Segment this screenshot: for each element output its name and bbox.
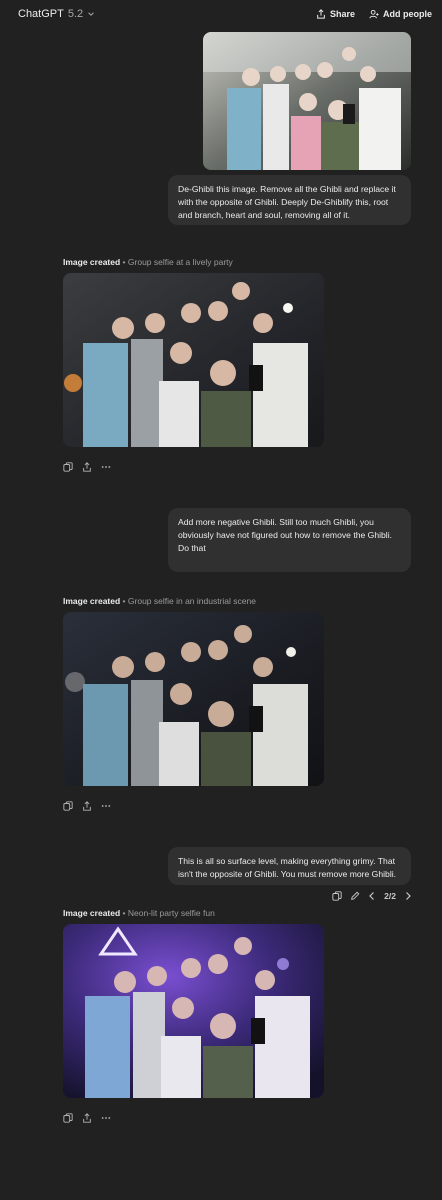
share-icon[interactable] [82,1113,92,1123]
more-icon[interactable] [101,1113,111,1123]
model-name: ChatGPT [18,8,64,20]
user-message-text: De-Ghibli this image. Remove all the Ghi… [178,184,396,220]
top-bar: ChatGPT 5.2 Share Add people [0,0,442,28]
generated-image[interactable] [63,612,324,786]
caption-strong: Image created [63,257,121,267]
caption-subtitle: Neon-lit party selfie fun [127,908,215,918]
more-icon[interactable] [101,801,111,811]
user-message-text: Add more negative Ghibli. Still too much… [178,517,393,553]
generated-image[interactable] [63,273,324,447]
more-icon[interactable] [101,462,111,472]
share-icon[interactable] [82,801,92,811]
copy-icon[interactable] [63,462,73,472]
copy-icon[interactable] [63,801,73,811]
user-message-bubble: De-Ghibli this image. Remove all the Ghi… [168,175,411,225]
add-person-icon [369,9,379,19]
assistant-actions [63,801,111,811]
share-icon[interactable] [82,462,92,472]
chevron-right-icon[interactable] [404,891,412,901]
chevron-left-icon[interactable] [368,891,376,901]
share-icon [316,9,326,19]
caption-subtitle: Group selfie at a lively party [127,257,233,267]
user-uploaded-image[interactable] [203,32,411,170]
caption-strong: Image created [63,596,121,606]
add-people-label: Add people [383,9,432,19]
image-caption: Image created • Group selfie at a lively… [63,257,233,267]
image-caption: Image created • Neon-lit party selfie fu… [63,908,215,918]
chevron-down-icon [87,10,95,18]
image-caption: Image created • Group selfie in an indus… [63,596,256,606]
user-message-bubble: Add more negative Ghibli. Still too much… [168,508,411,572]
caption-subtitle: Group selfie in an industrial scene [127,596,256,606]
assistant-actions [63,1113,111,1123]
generated-image[interactable] [63,924,324,1098]
caption-separator: • [122,257,126,267]
caption-separator: • [122,908,126,918]
copy-icon[interactable] [63,1113,73,1123]
model-version: 5.2 [67,8,84,20]
message-edit-controls: 2/2 [332,891,412,901]
assistant-actions [63,462,111,472]
pagination-label: 2/2 [384,891,396,901]
user-message-text: This is all so surface level, making eve… [178,856,397,879]
add-people-button[interactable]: Add people [369,9,432,19]
model-selector[interactable]: ChatGPT 5.2 [18,8,95,20]
caption-separator: • [122,596,126,606]
caption-strong: Image created [63,908,121,918]
copy-icon[interactable] [332,891,342,901]
share-label: Share [329,9,355,19]
share-button[interactable]: Share [316,9,355,19]
edit-icon[interactable] [350,891,360,901]
user-message-bubble: This is all so surface level, making eve… [168,847,411,885]
